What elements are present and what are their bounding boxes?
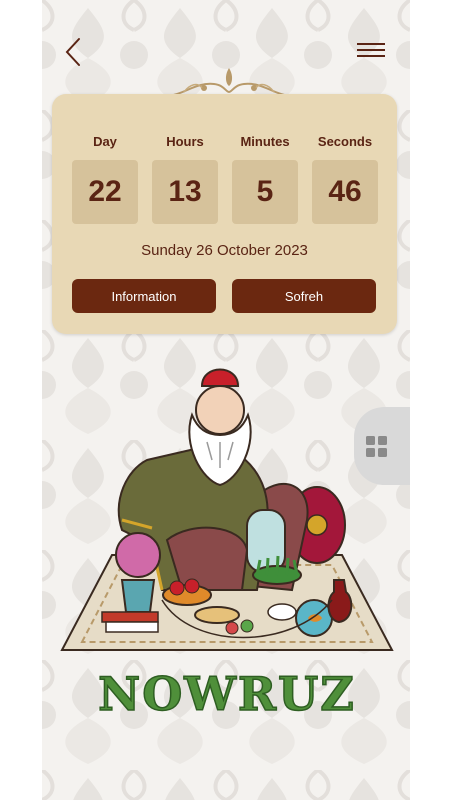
day-value: 22 xyxy=(72,160,138,224)
minutes-value: 5 xyxy=(232,160,298,224)
app-screen: Day 22 Hours 13 Minutes 5 Seconds 46 Sun… xyxy=(42,0,410,800)
day-label: Day xyxy=(93,134,117,149)
haji-firuz-sofreh-illustration xyxy=(60,368,394,651)
menu-button[interactable] xyxy=(356,40,386,62)
information-button[interactable]: Information xyxy=(72,279,216,313)
date-label: Sunday 26 October 2023 xyxy=(141,242,308,259)
countdown-card: Day 22 Hours 13 Minutes 5 Seconds 46 Sun… xyxy=(52,94,397,334)
minutes-label: Minutes xyxy=(240,134,290,149)
countdown-day: Day 22 xyxy=(72,134,138,224)
countdown-minutes: Minutes 5 xyxy=(232,134,298,224)
chevron-left-icon xyxy=(65,38,80,66)
countdown-seconds: Seconds 46 xyxy=(312,134,378,224)
countdown-hours: Hours 13 xyxy=(152,134,218,224)
svg-text:NOWRUZ: NOWRUZ xyxy=(98,667,356,721)
hamburger-menu-icon xyxy=(357,43,385,57)
seconds-label: Seconds xyxy=(317,134,373,149)
back-button[interactable] xyxy=(60,36,88,68)
nowruz-logo: NOWRUZ xyxy=(97,666,356,722)
hours-label: Hours xyxy=(166,134,204,149)
seconds-value: 46 xyxy=(312,160,378,224)
sofreh-button[interactable]: Sofreh xyxy=(232,279,376,313)
hours-value: 13 xyxy=(152,160,218,224)
